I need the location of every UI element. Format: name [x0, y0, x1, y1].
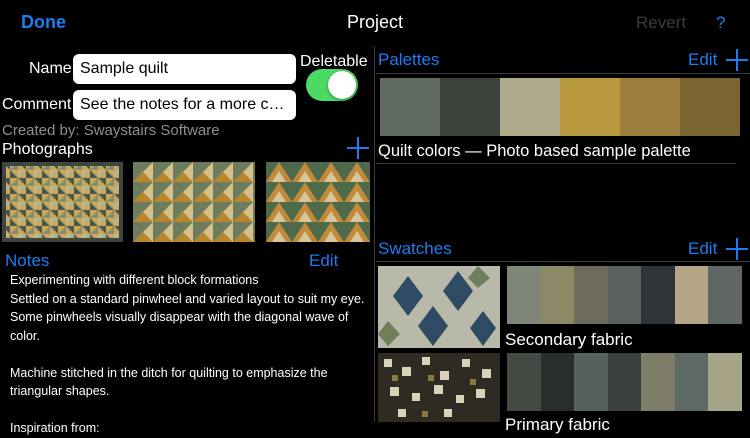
color-chip — [507, 353, 541, 411]
swatches-heading: Swatches — [378, 239, 452, 258]
notes-edit-button[interactable]: Edit — [309, 251, 338, 271]
palette-row-divider — [376, 163, 736, 164]
nav-bar: Project Done Revert ? — [0, 0, 750, 44]
photographs-heading: Photographs — [2, 141, 93, 158]
add-swatch-icon[interactable] — [726, 238, 748, 260]
color-chip — [708, 353, 743, 411]
comment-field[interactable]: See the notes for a more co... — [73, 90, 296, 120]
color-chip — [540, 266, 575, 324]
color-chip — [641, 353, 675, 411]
swatches-edit-button[interactable]: Edit — [688, 239, 717, 259]
color-chip — [380, 78, 440, 136]
swatch-name-2[interactable]: Primary fabric — [505, 415, 610, 435]
deletable-toggle[interactable] — [306, 69, 358, 101]
palette-color-strip[interactable] — [380, 78, 740, 136]
color-chip — [560, 78, 620, 136]
notes-text: Experimenting with different block forma… — [10, 273, 365, 435]
comment-label: Comment — [2, 96, 72, 113]
color-chip — [674, 353, 709, 411]
color-chip — [574, 266, 608, 324]
add-palette-icon[interactable] — [726, 49, 748, 71]
quilt-photo-2[interactable] — [133, 162, 255, 242]
add-photo-icon[interactable] — [347, 137, 369, 159]
name-label: Name — [29, 60, 72, 77]
color-chip — [607, 353, 642, 411]
color-chip — [620, 78, 680, 136]
palettes-divider — [376, 73, 750, 74]
revert-button[interactable]: Revert — [636, 13, 686, 33]
color-chip — [607, 266, 642, 324]
toggle-knob — [328, 71, 356, 99]
palettes-edit-button[interactable]: Edit — [688, 50, 717, 70]
color-chip — [680, 78, 740, 136]
swatch-color-strip-2[interactable] — [507, 353, 743, 411]
color-chip — [641, 266, 675, 324]
palette-name[interactable]: Quilt colors — Photo based sample palett… — [378, 142, 691, 161]
swatch-fabric-photo-1[interactable] — [378, 266, 500, 348]
swatch-name-1[interactable]: Secondary fabric — [505, 330, 633, 350]
swatches-divider — [376, 261, 750, 262]
quilt-photo-1[interactable] — [2, 162, 123, 242]
swatch-fabric-photo-2[interactable] — [378, 353, 500, 422]
palettes-heading: Palettes — [378, 50, 440, 69]
help-button[interactable]: ? — [716, 13, 725, 33]
name-field[interactable]: Sample quilt — [73, 54, 296, 84]
quilt-photo-3[interactable] — [266, 162, 370, 242]
color-chip — [674, 266, 709, 324]
color-chip — [500, 78, 560, 136]
color-chip — [574, 353, 608, 411]
color-chip — [708, 266, 743, 324]
created-by-text: Created by: Swaystairs Software — [2, 122, 220, 139]
swatch-color-strip-1[interactable] — [507, 266, 743, 324]
pane-divider — [374, 46, 375, 422]
done-button[interactable]: Done — [21, 12, 66, 33]
color-chip — [507, 266, 541, 324]
notes-heading: Notes — [5, 251, 50, 270]
color-chip — [540, 353, 575, 411]
color-chip — [440, 78, 500, 136]
